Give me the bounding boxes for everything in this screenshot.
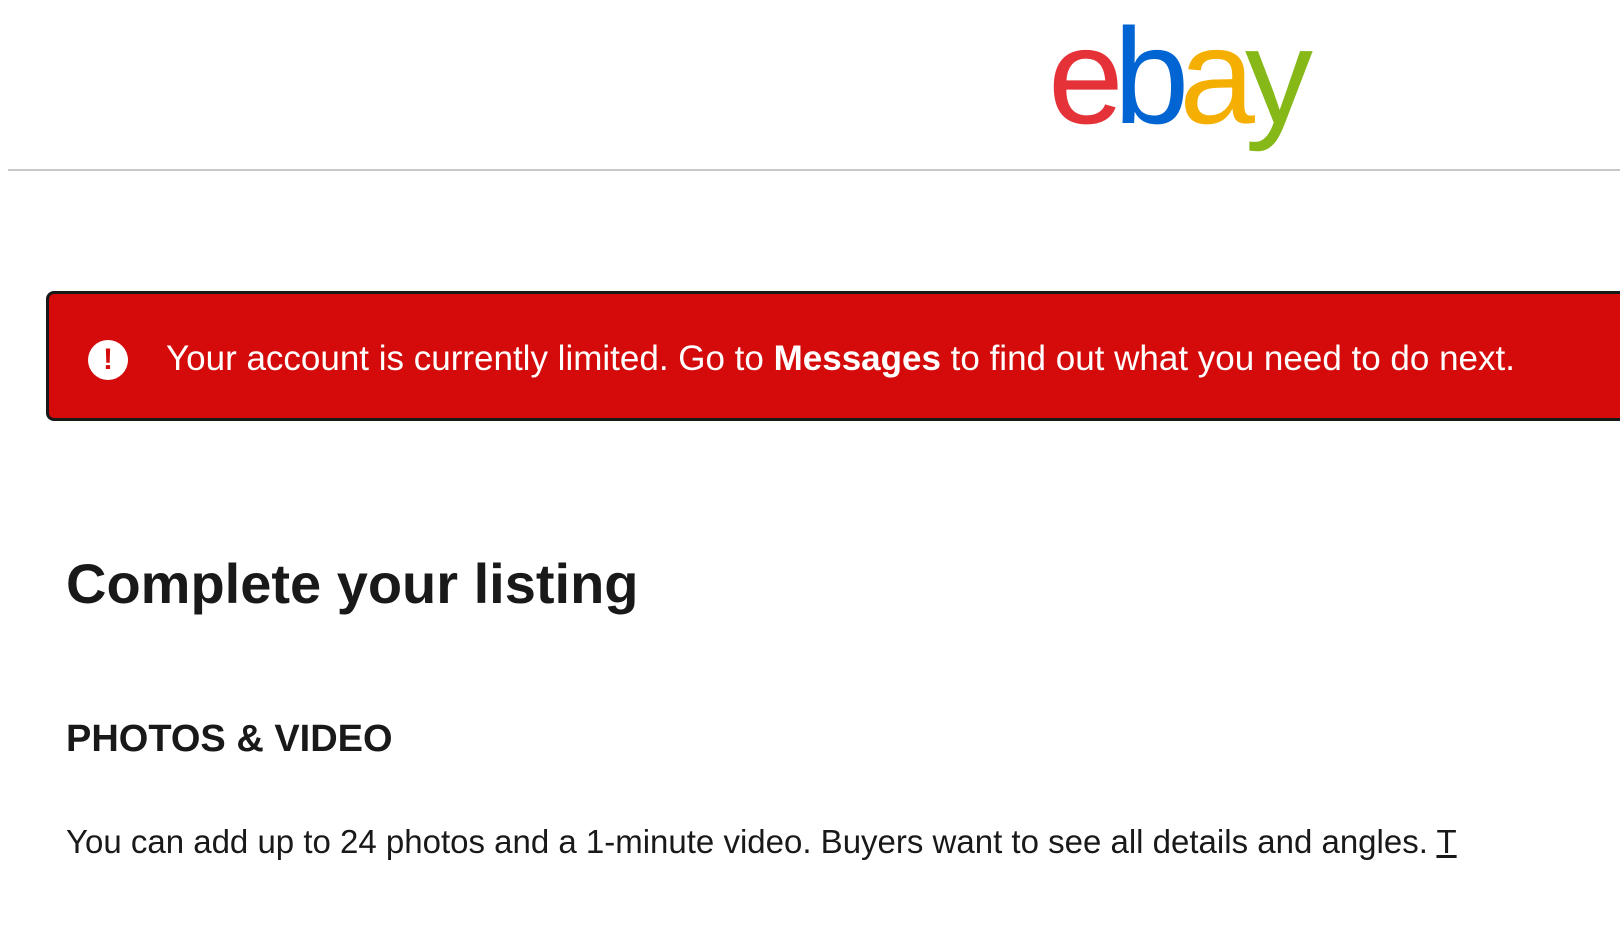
logo-letter-a: a bbox=[1179, 0, 1255, 152]
alert-circle-icon: ! bbox=[88, 340, 128, 380]
photos-video-description: You can add up to 24 photos and a 1-minu… bbox=[66, 820, 1620, 864]
site-header: ebay bbox=[8, 0, 1620, 171]
account-limited-alert: ! Your account is currently limited. Go … bbox=[46, 291, 1620, 421]
page-title: Complete your listing bbox=[66, 552, 639, 615]
logo-letter-b: b bbox=[1113, 0, 1190, 152]
photos-description-text: You can add up to 24 photos and a 1-minu… bbox=[66, 823, 1437, 860]
photos-video-heading: PHOTOS & VIDEO bbox=[66, 718, 393, 760]
alert-text-after: to find out what you need to do next. bbox=[940, 339, 1515, 378]
alert-text-before: Your account is currently limited. Go to bbox=[166, 339, 774, 378]
photos-tips-link[interactable]: T bbox=[1436, 823, 1456, 860]
ebay-logo[interactable]: ebay bbox=[1048, 0, 1313, 152]
logo-letter-y: y bbox=[1244, 0, 1313, 152]
logo-letter-e: e bbox=[1048, 0, 1124, 152]
messages-link[interactable]: Messages bbox=[774, 339, 941, 378]
alert-message: Your account is currently limited. Go to… bbox=[166, 339, 1515, 379]
